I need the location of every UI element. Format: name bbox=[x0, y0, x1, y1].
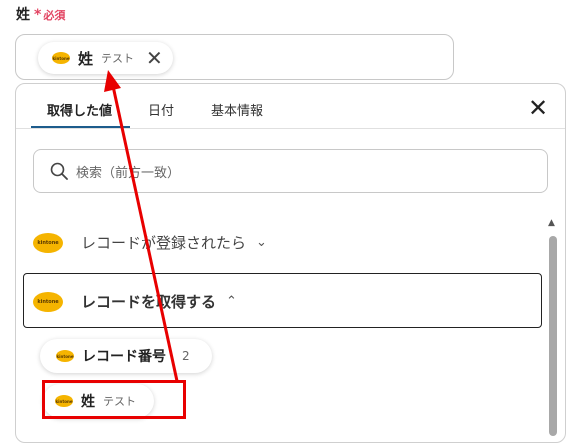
annotation-arrow bbox=[104, 70, 179, 382]
